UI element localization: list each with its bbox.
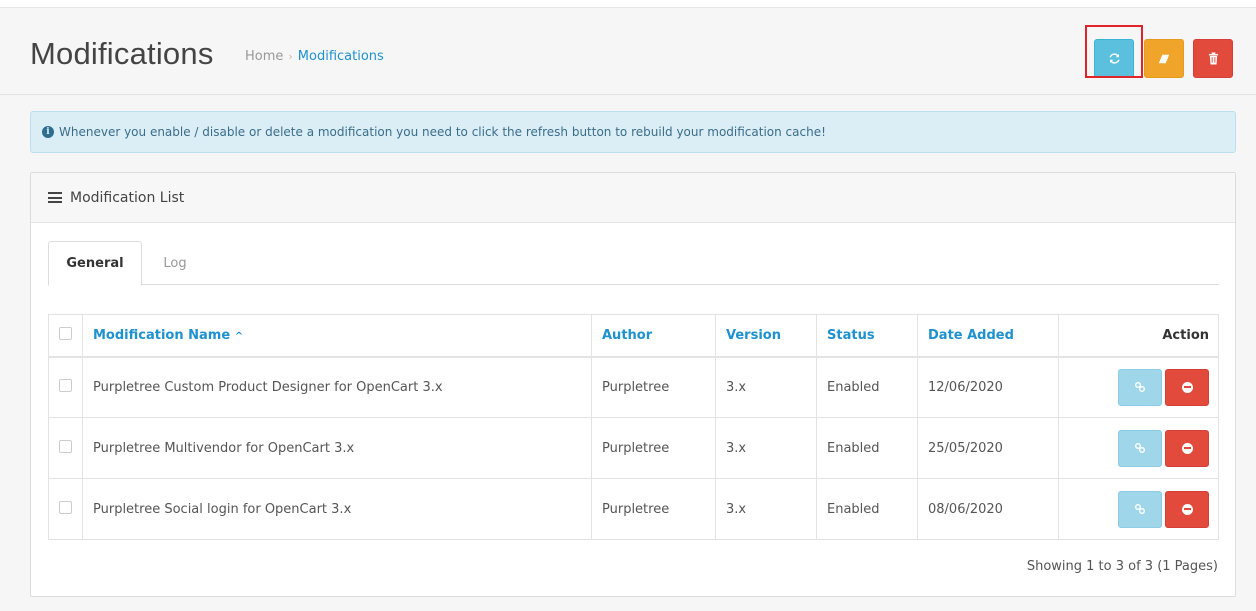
info-circle-icon: i [42,126,54,138]
header-status[interactable]: Status [816,314,918,358]
link-button[interactable] [1118,490,1162,528]
info-alert: i Whenever you enable / disable or delet… [30,111,1236,153]
header-version[interactable]: Version [715,314,817,358]
modification-name: Purpletree Social login for OpenCart 3.x [82,478,592,540]
row-checkbox[interactable] [59,378,72,392]
tabs: General Log [48,241,1219,286]
minus-circle-icon [1181,503,1193,515]
delete-button[interactable] [1193,39,1233,78]
version: 3.x [715,356,817,418]
eraser-icon [1158,54,1170,63]
version: 3.x [715,478,817,540]
remove-button[interactable] [1165,429,1209,467]
row-checkbox[interactable] [59,500,72,514]
minus-circle-icon [1181,381,1193,393]
remove-button[interactable] [1165,368,1209,406]
header-modification-name[interactable]: Modification Name ^ [82,314,592,358]
modification-list-panel: Modification List General Log Modificati… [30,172,1236,597]
refresh-button[interactable] [1094,39,1134,78]
author: Purpletree [591,417,716,479]
sort-asc-icon: ^ [234,330,244,342]
version: 3.x [715,417,817,479]
refresh-icon [1108,53,1120,64]
table-row: Purpletree Custom Product Designer for O… [48,356,1219,418]
clear-log-button[interactable] [1144,39,1184,78]
link-button[interactable] [1118,429,1162,467]
modifications-table: Modification Name ^ Author Version Statu… [48,314,1219,540]
page-title: Modifications [30,36,214,71]
tab-log[interactable]: Log [142,241,208,286]
status: Enabled [816,417,918,479]
panel-heading: Modification List [31,173,1235,223]
page-header: Modifications Home › Modifications [0,8,1256,95]
modification-name: Purpletree Custom Product Designer for O… [82,356,592,418]
author: Purpletree [591,356,716,418]
breadcrumb-modifications-link[interactable]: Modifications [298,49,384,64]
status: Enabled [816,356,918,418]
breadcrumb: Home › Modifications [245,49,384,64]
select-all-cell [48,314,83,358]
table-row: Purpletree Social login for OpenCart 3.x… [48,478,1219,540]
trash-icon [1208,52,1218,65]
link-icon [1135,504,1145,514]
breadcrumb-home-link[interactable]: Home [245,49,283,64]
date-added: 08/06/2020 [917,478,1059,540]
link-icon [1135,443,1145,453]
alert-text: Whenever you enable / disable or delete … [59,125,826,139]
top-bar [0,0,1256,8]
header-action: Action [1058,314,1219,358]
tab-general[interactable]: General [48,241,142,286]
select-all-checkbox[interactable] [59,326,72,340]
list-icon [48,192,62,203]
header-author[interactable]: Author [591,314,716,358]
link-icon [1135,382,1145,393]
author: Purpletree [591,478,716,540]
breadcrumb-separator-icon: › [288,50,293,63]
table-header-row: Modification Name ^ Author Version Statu… [48,314,1219,358]
minus-circle-icon [1181,442,1193,454]
header-date-added[interactable]: Date Added [917,314,1059,358]
panel-title: Modification List [70,189,185,206]
modification-name: Purpletree Multivendor for OpenCart 3.x [82,417,592,479]
row-checkbox[interactable] [59,439,72,453]
date-added: 12/06/2020 [917,356,1059,418]
remove-button[interactable] [1165,490,1209,528]
date-added: 25/05/2020 [917,417,1059,479]
table-row: Purpletree Multivendor for OpenCart 3.x … [48,417,1219,479]
status: Enabled [816,478,918,540]
link-button[interactable] [1118,368,1162,406]
pagination-summary: Showing 1 to 3 of 3 (1 Pages) [1026,559,1218,574]
